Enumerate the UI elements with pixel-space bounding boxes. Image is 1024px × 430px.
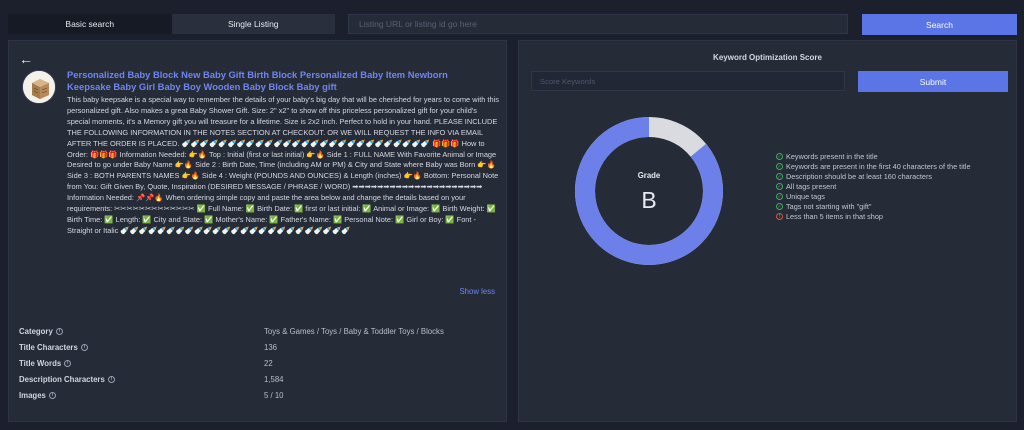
- stat-row-description-characters: Description Characters i 1,584: [19, 371, 499, 387]
- info-icon[interactable]: i: [80, 343, 88, 351]
- info-icon[interactable]: i: [48, 391, 56, 399]
- check-text: All tags present: [786, 181, 837, 191]
- submit-button[interactable]: Submit: [858, 71, 1008, 92]
- check-circle-icon: ✓: [776, 203, 783, 211]
- checks-list: ✓ Keywords present in the title ✓ Keywords…: [776, 151, 971, 222]
- listing-url-input[interactable]: [348, 14, 848, 34]
- warning-circle-icon: !: [776, 213, 783, 221]
- check-text: Tags not starting with "gift": [786, 202, 872, 212]
- listing-panel: ← Personalized Baby Block New Baby Gift …: [8, 40, 507, 422]
- grade-value: B: [641, 187, 657, 213]
- stat-value: Toys & Games / Toys / Baby & Toddler Toy…: [264, 326, 444, 336]
- info-icon[interactable]: i: [55, 327, 63, 335]
- keyword-score-panel: Keyword Optimization Score Submit Grade …: [518, 40, 1017, 422]
- check-text: Less than 5 items in that shop: [786, 212, 883, 222]
- stat-value: 1,584: [264, 374, 284, 384]
- check-item: ! Less than 5 items in that shop: [776, 212, 971, 222]
- listing-stats: Category i Toys & Games / Toys / Baby & T…: [19, 323, 499, 403]
- check-item: ✓ Unique tags: [776, 191, 971, 201]
- check-item: ✓ Description should be at least 160 char…: [776, 171, 971, 181]
- listing-title-link[interactable]: Personalized Baby Block New Baby Gift Bi…: [67, 69, 487, 93]
- check-item: ✓ Keywords present in the title: [776, 151, 971, 161]
- tab-basic-search[interactable]: Basic search: [8, 14, 172, 34]
- stat-label: Images: [19, 390, 46, 400]
- check-circle-icon: ✓: [776, 182, 783, 190]
- search-button[interactable]: Search: [862, 14, 1017, 35]
- score-keywords-input[interactable]: [531, 71, 845, 91]
- check-text: Unique tags: [786, 191, 825, 201]
- info-icon[interactable]: i: [64, 359, 72, 367]
- check-text: Keywords present in the title: [786, 151, 878, 161]
- stat-label: Title Words: [19, 358, 62, 368]
- check-item: ✓ Keywords are present in the first 40 ch…: [776, 161, 971, 171]
- stat-label: Category: [19, 326, 53, 336]
- check-text: Description should be at least 160 chara…: [786, 171, 933, 181]
- stat-value: 136: [264, 342, 278, 352]
- wooden-block-image: [23, 71, 55, 103]
- tab-single-listing[interactable]: Single Listing: [171, 14, 335, 34]
- show-less-link[interactable]: Show less: [459, 287, 495, 296]
- stat-label: Title Characters: [19, 342, 78, 352]
- stat-value: 5 / 10: [264, 390, 284, 400]
- search-mode-tabs: Basic search Single Listing: [8, 14, 335, 34]
- check-text: Keywords are present in the first 40 cha…: [786, 161, 971, 171]
- stat-value: 22: [264, 358, 273, 368]
- stat-row-category: Category i Toys & Games / Toys / Baby & T…: [19, 323, 499, 339]
- listing-description: This baby keepsake is a special way to r…: [67, 95, 499, 235]
- stat-row-title-characters: Title Characters i 136: [19, 339, 499, 355]
- grade-label: Grade: [637, 171, 661, 180]
- info-icon[interactable]: i: [107, 375, 115, 383]
- panel-title: Keyword Optimization Score: [713, 53, 822, 62]
- check-circle-icon: ✓: [776, 192, 783, 200]
- back-arrow-icon[interactable]: ←: [19, 52, 33, 66]
- listing-thumbnail[interactable]: [22, 70, 56, 104]
- stat-row-images: Images i 5 / 10: [19, 387, 499, 403]
- check-circle-icon: ✓: [776, 172, 783, 180]
- check-item: ✓ All tags present: [776, 181, 971, 191]
- stat-row-title-words: Title Words i 22: [19, 355, 499, 371]
- check-circle-icon: ✓: [776, 152, 783, 160]
- check-circle-icon: ✓: [776, 162, 783, 170]
- stat-label: Description Characters: [19, 374, 105, 384]
- check-item: ✓ Tags not starting with "gift": [776, 201, 971, 211]
